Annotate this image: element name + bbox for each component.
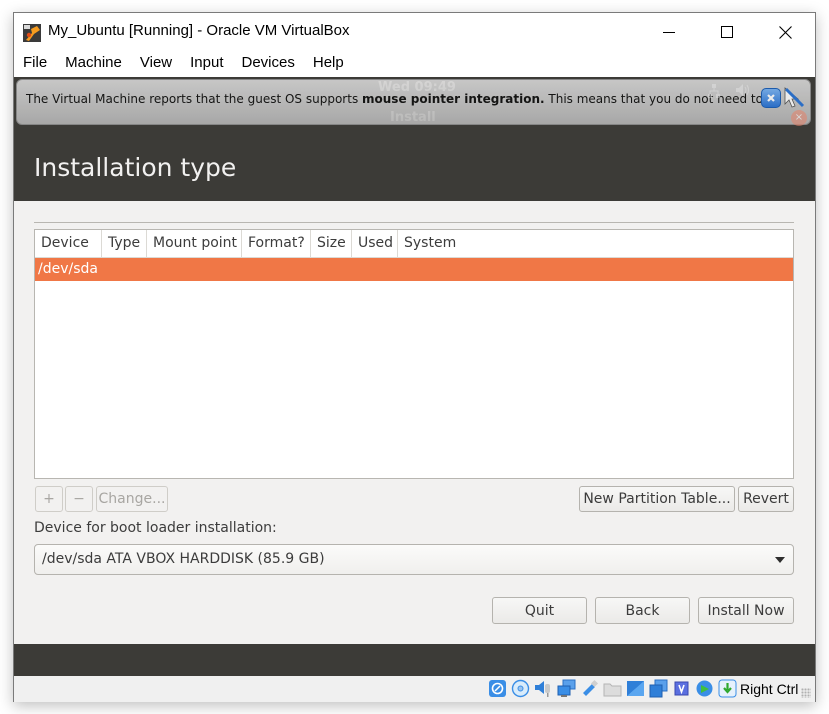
menu-machine[interactable]: Machine	[56, 51, 131, 77]
resize-grip[interactable]	[801, 688, 811, 698]
column-header-used[interactable]: Used	[352, 230, 398, 258]
host-key-label: Right Ctrl	[740, 681, 799, 697]
menu-bar: File Machine View Input Devices Help	[14, 51, 815, 77]
partition-table[interactable]: Device Type Mount point Format? Size Use…	[34, 229, 794, 479]
boot-loader-label: Device for boot loader installation:	[34, 520, 277, 536]
maximize-button[interactable]	[698, 13, 756, 51]
close-button[interactable]	[756, 13, 814, 51]
menu-input[interactable]: Input	[181, 51, 232, 77]
menu-devices[interactable]: Devices	[233, 51, 304, 77]
notification-close-button[interactable]	[761, 88, 781, 108]
audio-icon[interactable]	[534, 679, 553, 698]
divider	[34, 222, 794, 223]
table-header: Device Type Mount point Format? Size Use…	[35, 230, 793, 258]
display-icon[interactable]	[626, 679, 645, 698]
table-row[interactable]: /dev/sda	[35, 258, 793, 281]
row-device: /dev/sda	[38, 261, 98, 277]
window-title: My_Ubuntu [Running] - Oracle VM VirtualB…	[48, 22, 350, 39]
notification-text: The Virtual Machine reports that the gue…	[26, 92, 763, 106]
new-partition-table-button[interactable]: New Partition Table...	[579, 486, 735, 512]
hard-disk-icon[interactable]	[488, 679, 507, 698]
mouse-integration-icon[interactable]	[718, 679, 737, 698]
status-bar: Right Ctrl	[14, 676, 815, 702]
installer-footer	[14, 644, 815, 676]
column-header-size[interactable]: Size	[311, 230, 352, 258]
installer-header: Wed 09:49 Install The Virtual Machine re…	[14, 77, 815, 201]
close-icon	[778, 25, 792, 39]
virtualbox-app-icon	[23, 24, 41, 42]
remove-partition-button[interactable]: −	[65, 486, 93, 512]
add-partition-button[interactable]: +	[35, 486, 63, 512]
change-partition-button[interactable]: Change...	[96, 486, 168, 512]
mouse-pointer-integration-icon	[784, 87, 805, 108]
network-tray-icon	[708, 84, 720, 98]
minimize-icon	[663, 32, 675, 33]
column-header-device[interactable]: Device	[35, 230, 102, 258]
column-header-type[interactable]: Type	[102, 230, 147, 258]
menu-view[interactable]: View	[131, 51, 181, 77]
dropdown-arrow-icon	[775, 557, 785, 563]
optical-drive-icon[interactable]	[511, 679, 530, 698]
menu-file[interactable]: File	[14, 51, 56, 77]
title-bar[interactable]: My_Ubuntu [Running] - Oracle VM VirtualB…	[14, 13, 815, 51]
boot-loader-device-select[interactable]: /dev/sda ATA VBOX HARDDISK (85.9 GB)	[34, 544, 794, 575]
quit-button[interactable]: Quit	[492, 597, 587, 624]
column-header-system[interactable]: System	[398, 230, 793, 258]
close-icon	[767, 94, 775, 102]
guest-display[interactable]: Wed 09:49 Install The Virtual Machine re…	[14, 77, 815, 685]
cpu-icon[interactable]	[672, 679, 691, 698]
usb-icon[interactable]	[580, 679, 599, 698]
maximize-icon	[721, 26, 733, 38]
installer-close-button[interactable]: ×	[791, 110, 807, 126]
video-capture-icon[interactable]	[649, 679, 668, 698]
volume-tray-icon	[736, 84, 749, 96]
column-header-format[interactable]: Format?	[242, 230, 311, 258]
remote-display-icon[interactable]	[695, 679, 714, 698]
mouse-integration-notification: The Virtual Machine reports that the gue…	[16, 79, 811, 125]
minimize-button[interactable]	[640, 13, 698, 51]
install-now-button[interactable]: Install Now	[698, 597, 794, 624]
page-title: Installation type	[34, 153, 237, 182]
boot-loader-selected-value: /dev/sda ATA VBOX HARDDISK (85.9 GB)	[42, 551, 325, 567]
network-icon[interactable]	[557, 679, 576, 698]
column-header-mount-point[interactable]: Mount point	[147, 230, 242, 258]
virtualbox-window: My_Ubuntu [Running] - Oracle VM VirtualB…	[13, 12, 816, 702]
shared-folders-icon[interactable]	[603, 679, 622, 698]
menu-help[interactable]: Help	[304, 51, 353, 77]
back-button[interactable]: Back	[595, 597, 690, 624]
revert-button[interactable]: Revert	[738, 486, 794, 512]
